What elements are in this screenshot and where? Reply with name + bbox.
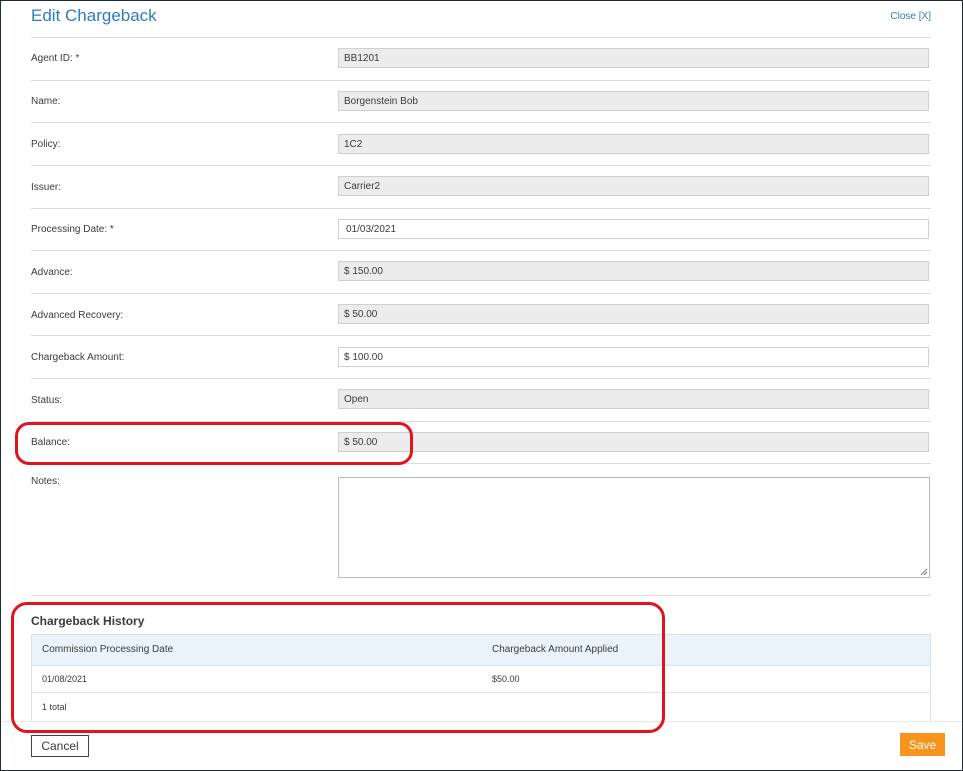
- divider: [31, 335, 931, 336]
- table-total-row: 1 total: [32, 693, 930, 721]
- divider: [31, 37, 931, 38]
- divider: [31, 378, 931, 379]
- name-label: Name:: [31, 96, 61, 107]
- agent-id-label: Agent ID: *: [31, 53, 80, 64]
- table-row[interactable]: 01/08/2021 $50.00: [32, 666, 930, 693]
- balance-field: $ 50.00: [338, 432, 929, 452]
- divider: [31, 463, 931, 464]
- divider: [31, 250, 931, 251]
- total-count: 1 total: [42, 702, 67, 712]
- dialog-title: Edit Chargeback: [31, 6, 157, 25]
- close-link[interactable]: Close [X]: [890, 11, 931, 22]
- name-field: Borgenstein Bob: [338, 91, 929, 111]
- divider: [31, 208, 931, 209]
- advanced-recovery-field: $ 50.00: [338, 304, 929, 324]
- chargeback-amount-label: Chargeback Amount:: [31, 352, 125, 363]
- dialog-footer: Cancel Save: [1, 721, 962, 770]
- table-cell: 01/08/2021: [42, 674, 88, 684]
- history-table: Commission Processing Date Chargeback Am…: [31, 634, 931, 721]
- divider: [31, 293, 931, 294]
- processing-date-input[interactable]: 01/03/2021: [338, 219, 929, 239]
- balance-label: Balance:: [31, 437, 70, 448]
- resize-handle-icon[interactable]: [920, 568, 928, 576]
- divider: [31, 165, 931, 166]
- notes-label: Notes:: [31, 476, 60, 487]
- chargeback-amount-input[interactable]: $ 100.00: [338, 347, 929, 367]
- status-field: Open: [338, 389, 929, 409]
- divider: [31, 421, 931, 422]
- divider: [31, 122, 931, 123]
- cancel-button[interactable]: Cancel: [31, 735, 89, 757]
- advance-label: Advance:: [31, 267, 73, 278]
- column-header[interactable]: Chargeback Amount Applied: [492, 635, 618, 665]
- policy-field: 1C2: [338, 134, 929, 154]
- policy-label: Policy:: [31, 139, 61, 150]
- history-title: Chargeback History: [31, 614, 145, 628]
- advance-field: $ 150.00: [338, 261, 929, 281]
- notes-textarea[interactable]: [338, 477, 930, 578]
- divider: [31, 80, 931, 81]
- save-button[interactable]: Save: [900, 733, 945, 756]
- agent-id-field: BB1201: [338, 48, 929, 68]
- advanced-recovery-label: Advanced Recovery:: [31, 310, 124, 321]
- processing-date-label: Processing Date: *: [31, 224, 114, 235]
- table-cell: $50.00: [492, 674, 520, 684]
- table-header-row: Commission Processing Date Chargeback Am…: [32, 635, 930, 666]
- divider: [31, 595, 931, 596]
- column-header[interactable]: Commission Processing Date: [42, 635, 173, 665]
- issuer-label: Issuer:: [31, 182, 62, 193]
- status-label: Status:: [31, 395, 63, 406]
- edit-chargeback-dialog: Edit Chargeback Close [X] Agent ID: * BB…: [0, 0, 963, 771]
- issuer-field: Carrier2: [338, 176, 929, 196]
